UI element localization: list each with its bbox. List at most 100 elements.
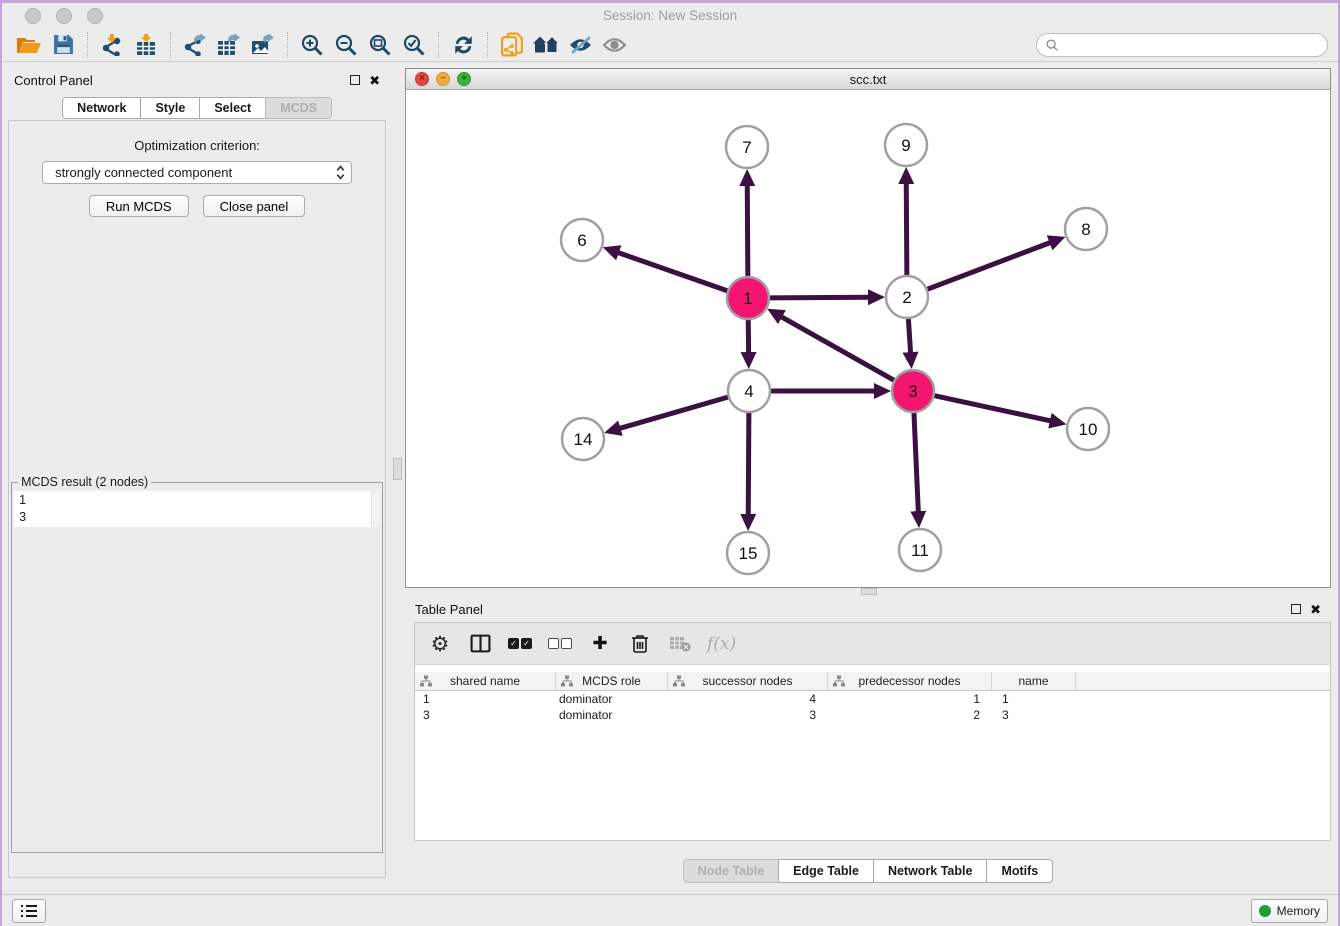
column-settings-button[interactable]: ⚙ [427,629,453,659]
close-panel-button[interactable]: Close panel [203,195,306,217]
splitter-grip[interactable] [861,588,877,595]
deselect-all-columns-button[interactable] [547,629,573,659]
network-canvas[interactable]: 7968124314101511 [406,90,1330,587]
cell-name[interactable]: 3 [992,708,1076,722]
vertical-splitter[interactable] [392,62,405,894]
delete-row-button[interactable] [627,629,653,659]
float-panel-icon[interactable] [350,75,360,85]
table-panel: Table Panel ✖ ⚙ ✓ ✓ [405,596,1331,894]
zoom-out-button[interactable] [329,30,363,60]
cell-MCDS-role[interactable]: dominator [556,692,668,706]
cell-MCDS-role[interactable]: dominator [556,708,668,722]
tab-network-table[interactable]: Network Table [873,859,988,883]
memory-button[interactable]: Memory [1251,899,1328,923]
show-all-button[interactable] [597,30,631,60]
tab-motifs[interactable]: Motifs [986,859,1053,883]
select-all-columns-button[interactable]: ✓ ✓ [507,629,533,659]
node-label-14: 14 [574,430,593,449]
right-column: × − + scc.txt 7968124314101511 Table Pan… [405,62,1338,894]
add-row-button[interactable]: ✚ [587,629,613,659]
status-bar: Memory [2,894,1338,926]
column-header-MCDS-role[interactable]: MCDS role [556,672,668,690]
task-history-button[interactable] [12,899,46,923]
toolbar-separator [87,32,88,58]
edge-4-15[interactable] [748,413,749,515]
table-row[interactable]: 1dominator411 [415,691,1330,707]
close-panel-icon[interactable]: ✖ [369,74,380,87]
network-graph[interactable]: 7968124314101511 [406,90,1330,587]
column-header-predecessor-nodes[interactable]: predecessor nodes [828,672,992,690]
edge-2-3[interactable] [908,319,910,353]
main-toolbar [2,28,1338,62]
search-input[interactable] [1064,38,1319,52]
zoom-in-button[interactable] [295,30,329,60]
unchecked-box-icon [548,638,559,649]
new-network-from-selection-button[interactable] [495,30,529,60]
edge-3-10[interactable] [934,396,1050,421]
node-label-11: 11 [911,541,929,560]
zoom-selected-button[interactable] [397,30,431,60]
table-panel-title: Table Panel [415,602,483,617]
edge-1-2[interactable] [770,297,869,298]
node-label-2: 2 [902,288,911,307]
column-header-successor-nodes[interactable]: successor nodes [668,672,828,690]
close-panel-icon[interactable]: ✖ [1310,603,1321,616]
memory-label: Memory [1277,904,1320,918]
cell-name[interactable]: 1 [992,692,1076,706]
optimization-criterion-label: Optimization criterion: [134,138,260,153]
export-network-button[interactable] [178,30,212,60]
cell-successor-nodes[interactable]: 3 [668,708,828,722]
edge-2-9[interactable] [906,183,907,275]
search-box[interactable] [1036,33,1328,57]
checked-box-icon: ✓ [521,638,532,649]
splitter-grip[interactable] [393,458,402,480]
main-area: Control Panel ✖ NetworkStyleSelectMCDS O… [2,62,1338,894]
network-window-titlebar: × − + scc.txt [406,69,1330,90]
mcds-result-text[interactable]: 1 3 [14,491,380,527]
tab-network[interactable]: Network [62,97,141,119]
edge-1-7[interactable] [747,185,748,276]
tab-mcds[interactable]: MCDS [265,97,332,119]
cell-predecessor-nodes[interactable]: 1 [828,692,992,706]
criterion-dropdown[interactable]: strongly connected component [42,161,352,184]
export-image-icon [251,34,275,56]
hide-selected-button[interactable] [563,30,597,60]
cell-predecessor-nodes[interactable]: 2 [828,708,992,722]
tab-style[interactable]: Style [140,97,200,119]
column-label: MCDS role [582,674,641,688]
tab-select[interactable]: Select [199,97,266,119]
cell-successor-nodes[interactable]: 4 [668,692,828,706]
zoom-fit-button[interactable] [363,30,397,60]
edge-3-1[interactable] [781,317,894,381]
cell-shared-name[interactable]: 1 [415,692,556,706]
run-mcds-button[interactable]: Run MCDS [89,195,189,217]
edge-2-8[interactable] [928,242,1051,289]
apply-layout-button[interactable] [446,30,480,60]
edge-4-14[interactable] [620,397,728,428]
tab-node-table[interactable]: Node Table [683,859,779,883]
edge-3-11[interactable] [914,413,918,512]
save-session-button[interactable] [46,30,80,60]
cell-shared-name[interactable]: 3 [415,708,556,722]
horizontal-splitter[interactable] [405,588,1331,596]
first-neighbors-button[interactable] [529,30,563,60]
tab-edge-table[interactable]: Edge Table [778,859,874,883]
table-panel-header: Table Panel ✖ [405,596,1331,622]
import-table-button[interactable] [129,30,163,60]
unchecked-box-icon [561,638,572,649]
table-row[interactable]: 3dominator323 [415,707,1330,723]
mcds-result-title: MCDS result (2 nodes) [18,475,151,489]
column-header-shared-name[interactable]: shared name [415,672,556,690]
column-header-name[interactable]: name [992,672,1076,690]
export-image-button[interactable] [246,30,280,60]
split-panel-button[interactable] [467,629,493,659]
edge-1-6[interactable] [618,253,727,291]
open-session-button[interactable] [12,30,46,60]
delete-table-icon [669,636,691,652]
result-scrollbar[interactable] [371,491,380,527]
zoom-in-icon [300,33,324,57]
export-table-button[interactable] [212,30,246,60]
import-network-button[interactable] [95,30,129,60]
float-panel-icon[interactable] [1291,604,1301,614]
toolbar-separator [170,32,171,58]
